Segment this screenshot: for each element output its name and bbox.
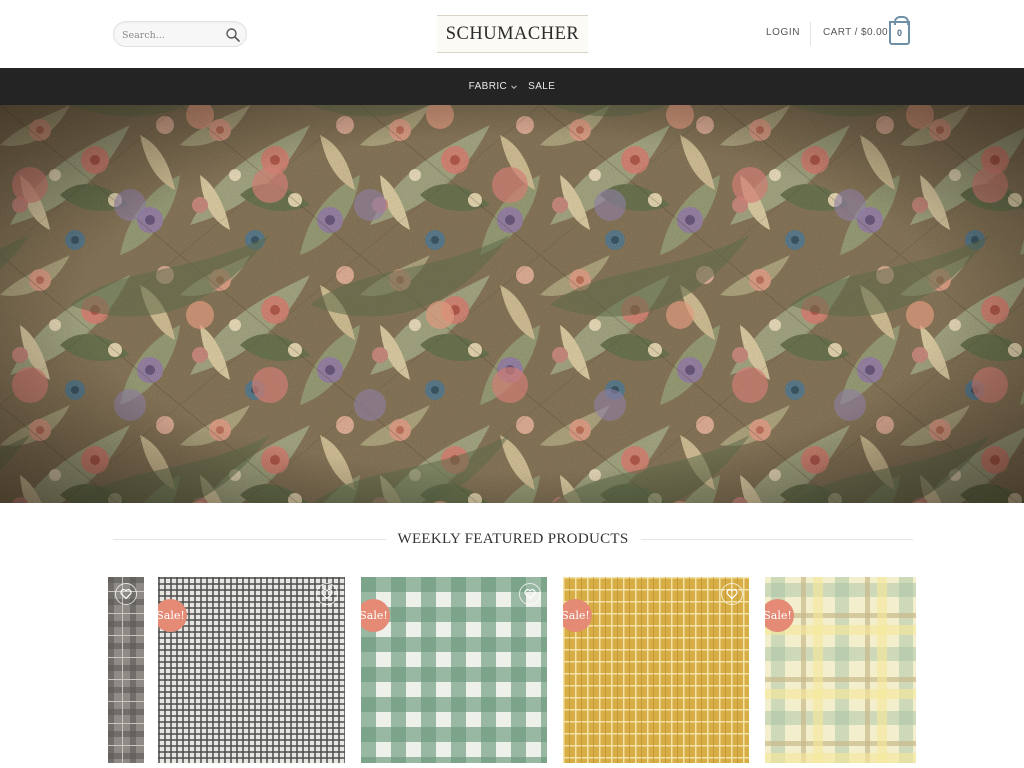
heart-icon[interactable] bbox=[316, 583, 338, 605]
product-card[interactable]: Sale! bbox=[765, 577, 916, 763]
logo-text: SCHUMACHER bbox=[445, 23, 580, 44]
nav-item-label: SALE bbox=[528, 81, 556, 92]
search-input[interactable] bbox=[122, 26, 222, 44]
nav-item-sale[interactable]: SALE bbox=[528, 81, 555, 92]
chevron-down-icon bbox=[511, 84, 518, 89]
cart-link[interactable]: CART / $0.00 bbox=[823, 27, 888, 38]
site-header: SCHUMACHER LOGIN CART / $0.00 0 bbox=[0, 0, 1024, 68]
header-divider bbox=[810, 22, 811, 46]
heart-icon[interactable] bbox=[519, 583, 541, 605]
product-image bbox=[158, 577, 345, 763]
product-card[interactable]: Sale! bbox=[361, 577, 547, 763]
heart-icon[interactable] bbox=[721, 583, 743, 605]
search-box bbox=[113, 21, 247, 47]
cart-count-badge[interactable]: 0 bbox=[889, 16, 910, 45]
login-link[interactable]: LOGIN bbox=[766, 27, 800, 38]
title-divider-right bbox=[640, 538, 914, 540]
nav-item-label: FABRIC bbox=[468, 81, 508, 92]
title-divider-left bbox=[113, 538, 386, 540]
product-card[interactable]: Sale! bbox=[158, 577, 345, 763]
heart-icon[interactable] bbox=[115, 583, 137, 605]
featured-section-header: WEEKLY FEATURED PRODUCTS bbox=[113, 528, 914, 550]
product-image bbox=[361, 577, 547, 763]
site-logo[interactable]: SCHUMACHER bbox=[437, 15, 588, 53]
product-card[interactable] bbox=[108, 577, 144, 763]
search-icon[interactable] bbox=[225, 27, 241, 43]
product-image bbox=[563, 577, 749, 763]
section-title: WEEKLY FEATURED PRODUCTS bbox=[397, 530, 629, 547]
product-card[interactable]: Sale! bbox=[563, 577, 749, 763]
nav-item-fabric[interactable]: FABRIC bbox=[469, 81, 519, 92]
main-nav: FABRIC SALE bbox=[0, 68, 1024, 105]
hero-banner-image bbox=[0, 105, 1024, 503]
